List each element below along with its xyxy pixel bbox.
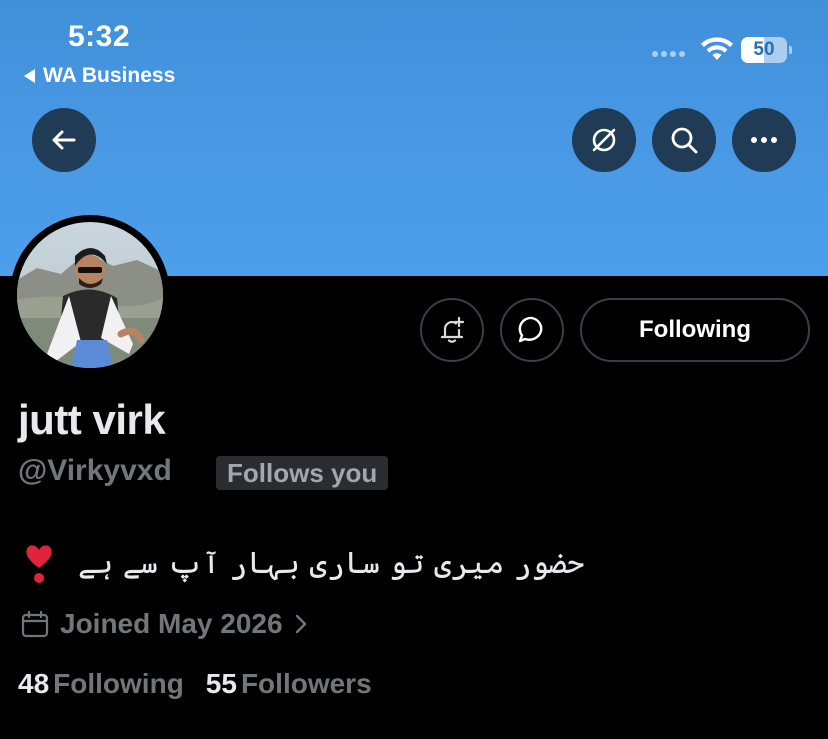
joined-date: Joined May 2026 — [60, 608, 283, 639]
more-options-button[interactable] — [732, 108, 796, 172]
avatar[interactable] — [17, 222, 163, 368]
back-to-app-link[interactable]: WA Business — [24, 64, 175, 88]
back-triangle-icon — [24, 69, 35, 83]
user-handle: @Virkyvxd — [18, 454, 172, 487]
following-button[interactable]: Following — [580, 298, 810, 362]
calendar-icon — [21, 610, 49, 638]
bio: حضور میری تو ساری بہار آپ سے ہے — [24, 540, 584, 586]
cellular-signal-icon — [652, 51, 685, 57]
search-icon — [671, 127, 698, 154]
notify-button[interactable] — [420, 298, 484, 362]
battery-indicator: 50 — [741, 37, 793, 63]
wifi-icon — [701, 37, 733, 60]
arrow-left-icon — [52, 130, 76, 150]
display-name: jutt virk — [18, 396, 166, 443]
chevron-right-icon — [295, 614, 306, 634]
follow-stats: 48 Following 55 Followers — [18, 668, 372, 700]
following-stat[interactable]: 48 Following — [18, 668, 184, 700]
search-button[interactable] — [652, 108, 716, 172]
following-label: Following — [53, 668, 184, 699]
message-button[interactable] — [500, 298, 564, 362]
followers-label: Followers — [240, 668, 372, 699]
message-bubble-icon — [518, 316, 543, 343]
status-time: 5:32 — [68, 20, 131, 53]
heart-emoji — [26, 545, 52, 583]
more-icon — [751, 137, 777, 143]
back-app-label: WA Business — [43, 64, 176, 87]
follows-you-badge: Follows you — [216, 456, 389, 490]
followers-count: 55 — [205, 668, 237, 699]
followers-stat[interactable]: 55 Followers — [206, 668, 372, 700]
following-count: 48 — [18, 668, 50, 699]
battery-percent: 50 — [753, 39, 775, 60]
back-button[interactable] — [32, 108, 96, 172]
mute-notifications-button[interactable] — [572, 108, 636, 172]
joined-date-row[interactable]: Joined May 2026 — [20, 608, 309, 640]
bell-plus-icon — [440, 316, 465, 343]
no-notifications-icon — [592, 128, 616, 152]
bio-text: حضور میری تو ساری بہار آپ سے ہے — [78, 545, 585, 581]
